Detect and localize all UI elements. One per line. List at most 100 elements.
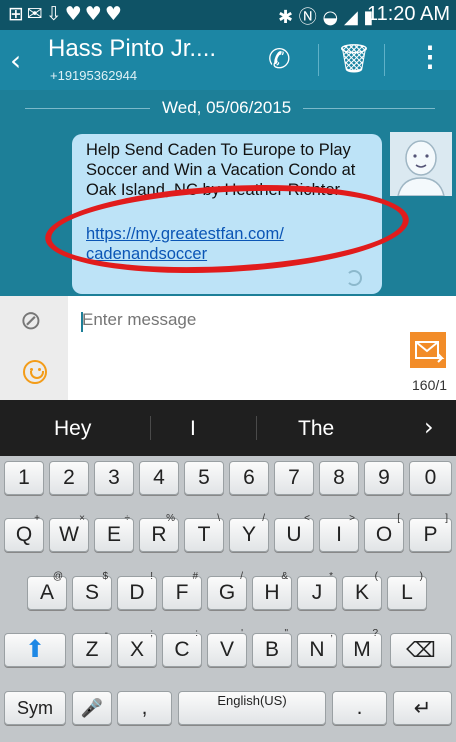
key-7[interactable]: 7 <box>274 461 314 495</box>
key-d[interactable]: D! <box>117 571 157 610</box>
trash-icon[interactable]: 🗑 <box>336 42 372 75</box>
key-label: S <box>84 581 99 604</box>
key-label: A <box>39 581 54 604</box>
key-label: W <box>59 523 79 546</box>
key-t[interactable]: T \ <box>184 513 224 552</box>
key-u[interactable]: U < <box>274 513 314 552</box>
key-p[interactable]: P] <box>409 513 452 552</box>
send-envelope-icon <box>415 341 445 363</box>
key-label: I <box>336 523 342 546</box>
suggestion-word[interactable]: The <box>298 417 334 441</box>
key-secondary: ] <box>445 513 448 524</box>
suggestion-word[interactable]: I <box>190 417 196 441</box>
key-label: 8 <box>333 466 345 489</box>
send-button[interactable] <box>410 332 446 368</box>
suggestion-divider <box>150 416 151 440</box>
key-5[interactable]: 5 <box>184 461 224 495</box>
key-label: E <box>106 523 121 546</box>
loading-spinner-icon <box>346 270 362 286</box>
key-6[interactable]: 6 <box>229 461 269 495</box>
key-l[interactable]: L) <box>387 571 427 610</box>
enter-icon: ↵ <box>413 696 432 720</box>
key-label: Q <box>15 523 33 546</box>
key-label: C <box>174 638 190 661</box>
key-secondary: ) <box>419 571 423 582</box>
key-g[interactable]: G / <box>207 571 247 610</box>
key-label: X <box>129 638 144 661</box>
key-j[interactable]: J * <box>297 571 337 610</box>
enter-key[interactable]: ↵ <box>393 691 452 725</box>
key-label: , <box>141 696 148 719</box>
key-secondary: # <box>192 571 198 582</box>
key-f[interactable]: F # <box>162 571 202 610</box>
key-z[interactable]: Z- <box>72 628 112 667</box>
sym-key[interactable]: Sym <box>4 691 66 725</box>
back-icon[interactable]: ‹ <box>10 44 21 77</box>
key-n[interactable]: N, <box>297 628 337 667</box>
key-secondary: - <box>104 628 108 639</box>
space-key[interactable]: English(US) <box>178 691 326 725</box>
key-0[interactable]: 0 <box>409 461 452 495</box>
key-label: Sym <box>17 698 53 718</box>
voice-input-key[interactable]: 🎤 <box>72 691 112 725</box>
key-label: J <box>311 581 323 604</box>
key-a[interactable]: A @ <box>27 571 67 610</box>
key-4[interactable]: 4 <box>139 461 179 495</box>
suggestion-divider <box>256 416 257 440</box>
contact-avatar[interactable] <box>390 132 452 196</box>
key-m[interactable]: M? <box>342 628 382 667</box>
key-label: U <box>286 523 302 546</box>
contact-name[interactable]: Hass Pinto Jr.... <box>48 35 216 63</box>
shift-key[interactable]: ⬆ <box>4 633 66 667</box>
key-label: P <box>423 523 438 546</box>
key-label: K <box>354 581 369 604</box>
key-3[interactable]: 3 <box>94 461 134 495</box>
key-r[interactable]: R% <box>139 513 179 552</box>
key-w[interactable]: W × <box>49 513 89 552</box>
more-options-icon[interactable]: ⋮ <box>416 40 444 73</box>
key-s[interactable]: S $ <box>72 571 112 610</box>
date-label: Wed, 05/06/2015 <box>150 98 304 118</box>
key-8[interactable]: 8 <box>319 461 359 495</box>
key-label: O <box>375 523 393 546</box>
backspace-key[interactable]: ⌫ <box>390 633 452 667</box>
phone-icon[interactable]: ✆ <box>268 44 291 75</box>
key-label: F <box>175 581 189 604</box>
key-k[interactable]: K( <box>342 571 382 610</box>
key-2[interactable]: 2 <box>49 461 89 495</box>
key-v[interactable]: V ' <box>207 628 247 667</box>
emoji-icon[interactable] <box>23 360 47 384</box>
key-o[interactable]: O[ <box>364 513 404 552</box>
key-label: . <box>356 696 363 719</box>
key-label: L <box>401 581 413 604</box>
message-input[interactable] <box>82 310 382 330</box>
keyboard-language-label: English(US) <box>217 693 287 708</box>
key-q[interactable]: Q + <box>4 513 44 552</box>
key-label: G <box>218 581 236 604</box>
attach-icon[interactable]: ⊘ <box>20 306 42 336</box>
header-divider <box>384 44 385 76</box>
key-1[interactable]: 1 <box>4 461 44 495</box>
key-secondary: , <box>330 628 333 639</box>
key-h[interactable]: H & <box>252 571 292 610</box>
key-secondary: " <box>284 628 288 639</box>
key-label: V <box>219 638 234 661</box>
key-label: D <box>129 581 145 604</box>
key-secondary: < <box>304 513 310 524</box>
key-b[interactable]: B " <box>252 628 292 667</box>
key-x[interactable]: X; <box>117 628 157 667</box>
key-secondary: * <box>329 571 333 582</box>
period-key[interactable]: . <box>332 691 387 725</box>
key-secondary: & <box>281 571 288 582</box>
key-y[interactable]: Y / <box>229 513 269 552</box>
key-i[interactable]: I > <box>319 513 359 552</box>
key-label: B <box>264 638 279 661</box>
suggestion-word[interactable]: Hey <box>54 417 91 441</box>
key-c[interactable]: C: <box>162 628 202 667</box>
key-9[interactable]: 9 <box>364 461 404 495</box>
key-e[interactable]: E ÷ <box>94 513 134 552</box>
comma-key[interactable]: , <box>117 691 172 725</box>
expand-suggestions-icon[interactable]: › <box>424 413 434 441</box>
key-label: 9 <box>378 466 390 489</box>
key-label: T <box>197 523 211 546</box>
